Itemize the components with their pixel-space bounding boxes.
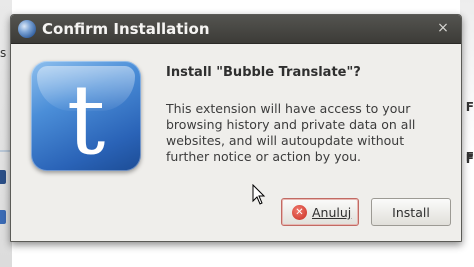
browser-logo-icon xyxy=(18,20,36,38)
cancel-button[interactable]: ✕ Anuluj xyxy=(281,198,359,226)
permission-description: This extension will have access to your … xyxy=(166,101,416,164)
letter-t-icon: t xyxy=(67,64,106,171)
install-button-label: Install xyxy=(392,205,430,220)
background-window-right xyxy=(460,0,474,267)
bubble-translate-icon: t xyxy=(31,61,141,171)
close-button[interactable]: × xyxy=(433,18,453,38)
confirm-installation-dialog: Confirm Installation × t Install "Bubble… xyxy=(10,14,462,242)
install-button[interactable]: Install xyxy=(371,198,451,226)
mouse-cursor-icon xyxy=(252,184,266,205)
background-icon xyxy=(0,170,6,184)
app-icon-letter: t xyxy=(67,64,106,171)
background-right-text: F xyxy=(465,100,474,114)
cancel-x-icon: ✕ xyxy=(292,205,307,220)
cancel-button-label: Anuluj xyxy=(312,205,352,220)
background-left-text: s xyxy=(0,46,7,60)
dialog-titlebar[interactable]: Confirm Installation × xyxy=(11,15,461,44)
dialog-title: Confirm Installation xyxy=(42,20,210,38)
install-heading: Install "Bubble Translate"? xyxy=(166,65,361,80)
background-right-text: F xyxy=(465,152,474,166)
background-icon xyxy=(0,210,6,224)
